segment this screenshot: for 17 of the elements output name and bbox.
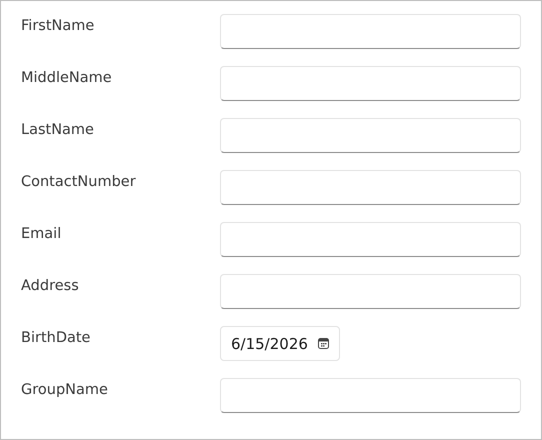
text-field[interactable] (220, 274, 521, 309)
text-field[interactable] (220, 66, 521, 101)
text-field[interactable] (220, 118, 521, 153)
field-label: Address (20, 277, 80, 296)
text-field[interactable] (220, 222, 521, 257)
field-label: ContactNumber (20, 173, 137, 192)
text-field[interactable] (220, 170, 521, 205)
field-label: Email (20, 225, 62, 244)
calendar-icon (318, 338, 329, 349)
field-label: BirthDate (20, 329, 92, 348)
text-field[interactable] (220, 378, 521, 413)
field-label: FirstName (20, 17, 96, 36)
date-field[interactable]: 6/15/2026 (220, 326, 340, 361)
field-label: LastName (20, 121, 95, 140)
field-label: GroupName (20, 381, 109, 400)
text-field[interactable] (220, 14, 521, 49)
field-label: MiddleName (20, 69, 113, 88)
